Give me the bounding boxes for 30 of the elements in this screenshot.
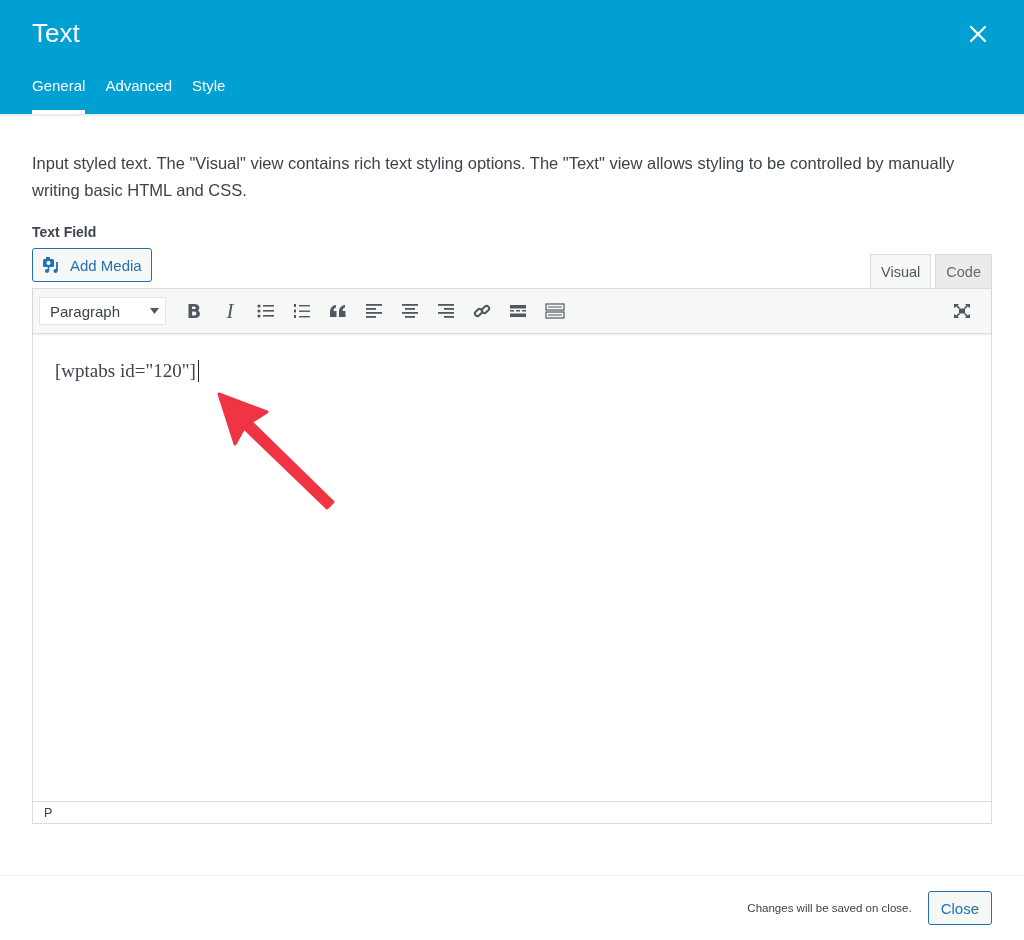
window-title: Text [32,18,80,49]
align-left-icon[interactable] [365,303,383,319]
save-note: Changes will be saved on close. [747,902,912,914]
description-text: Input styled text. The "Visual" view contains rich text styling options. The "Text" view allows styling to be controlled by manually writing basic HTML and CSS. [32,153,956,201]
bulleted-list-icon[interactable] [257,303,275,319]
text-cursor [197,360,199,382]
numbered-list-icon[interactable] [293,303,311,319]
editor-tab[interactable]: Code [935,254,992,288]
bold-button[interactable]: B [176,300,212,322]
element-path: P [44,805,53,820]
caret-icon [150,308,159,314]
add-media-button[interactable]: Add Media [32,248,152,282]
format-dropdown[interactable]: Paragraph [39,297,166,325]
toolbar-toggle-icon[interactable] [545,303,565,319]
align-center-icon[interactable] [401,303,419,319]
field-label: Text Field [32,224,98,240]
editor-tab[interactable]: Visual [870,254,932,288]
quote-icon[interactable] [329,304,347,318]
tab[interactable]: General [32,77,86,114]
tab[interactable]: Advanced [105,77,173,114]
close-button[interactable]: Close [927,891,992,925]
fullscreen-icon[interactable] [953,303,971,319]
shortcode-text: [wptabs id="120"] [55,360,196,382]
italic-button[interactable]: I [212,298,248,324]
link-icon[interactable] [473,302,491,320]
tab[interactable]: Style [192,77,226,114]
read-more-icon[interactable] [509,304,527,318]
align-right-icon[interactable] [437,303,455,319]
editor-content-area[interactable]: [wptabs id="120"] [33,334,991,801]
close-icon[interactable] [969,24,987,43]
